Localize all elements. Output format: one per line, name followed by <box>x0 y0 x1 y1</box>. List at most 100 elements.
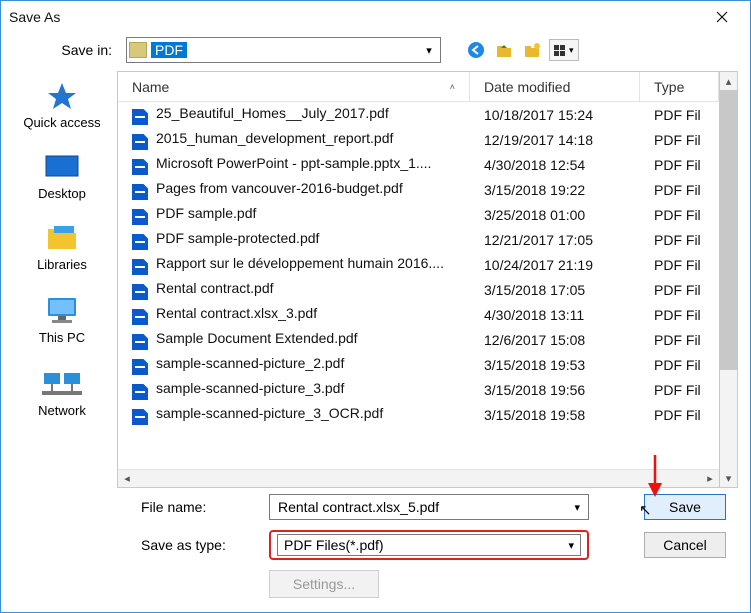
place-label: Network <box>38 403 86 418</box>
pdf-file-icon <box>132 409 148 425</box>
file-name: sample-scanned-picture_2.pdf <box>156 355 344 371</box>
place-this-pc[interactable]: This PC <box>39 294 85 345</box>
file-type: PDF Fil <box>640 207 719 223</box>
save-as-type-label: Save as type: <box>141 537 251 553</box>
file-type: PDF Fil <box>640 182 719 198</box>
file-name: Rapport sur le développement humain 2016… <box>156 255 444 271</box>
view-menu-button[interactable]: ▾ <box>549 39 579 61</box>
file-name: PDF sample-protected.pdf <box>156 230 319 246</box>
pdf-file-icon <box>132 384 148 400</box>
view-grid-icon <box>554 45 565 56</box>
file-type: PDF Fil <box>640 132 719 148</box>
cursor-icon: ↖ <box>639 501 652 519</box>
file-rows: 25_Beautiful_Homes__July_2017.pdf10/18/2… <box>118 102 719 469</box>
pdf-file-icon <box>132 359 148 375</box>
toolbar: Save in: PDF ▾ ▾ <box>1 33 750 71</box>
file-row[interactable]: sample-scanned-picture_3_OCR.pdf3/15/201… <box>118 402 719 427</box>
file-name: Pages from vancouver-2016-budget.pdf <box>156 180 403 196</box>
save-in-value: PDF <box>151 42 187 58</box>
file-type: PDF Fil <box>640 232 719 248</box>
desktop-icon <box>41 152 83 182</box>
close-icon <box>716 11 728 23</box>
file-row[interactable]: sample-scanned-picture_2.pdf 3/15/2018 19… <box>118 352 719 377</box>
file-date: 3/25/2018 01:00 <box>470 207 640 223</box>
libraries-icon <box>42 223 82 253</box>
pdf-file-icon <box>132 284 148 300</box>
place-desktop[interactable]: Desktop <box>38 152 86 201</box>
chevron-down-icon: ▾ <box>574 501 580 514</box>
place-quick-access[interactable]: Quick access <box>23 81 100 130</box>
file-row[interactable]: Rental contract.pdf3/15/2018 17:05PDF Fi… <box>118 277 719 302</box>
vertical-scrollbar[interactable]: ▴ ▾ <box>720 71 738 488</box>
save-button[interactable]: ↖ Save <box>644 494 726 520</box>
file-row[interactable]: Rental contract.xlsx_3.pdf4/30/2018 13:1… <box>118 302 719 327</box>
file-date: 3/15/2018 17:05 <box>470 282 640 298</box>
file-row[interactable]: 2015_human_development_report.pdf12/19/2… <box>118 127 719 152</box>
file-row[interactable]: sample-scanned-picture_3.pdf 3/15/2018 19… <box>118 377 719 402</box>
new-folder-button[interactable] <box>521 39 543 61</box>
scroll-up-icon[interactable]: ▴ <box>720 72 737 90</box>
file-date: 3/15/2018 19:22 <box>470 182 640 198</box>
file-date: 12/19/2017 14:18 <box>470 132 640 148</box>
folder-icon <box>129 42 147 58</box>
file-date: 3/15/2018 19:56 <box>470 382 640 398</box>
file-date: 3/15/2018 19:58 <box>470 407 640 423</box>
file-type: PDF Fil <box>640 307 719 323</box>
column-header-type[interactable]: Type <box>640 72 719 101</box>
scroll-down-icon[interactable]: ▾ <box>720 469 737 487</box>
file-date: 12/6/2017 15:08 <box>470 332 640 348</box>
chevron-down-icon: ▾ <box>568 539 574 552</box>
settings-button[interactable]: Settings... <box>269 570 379 598</box>
file-row[interactable]: PDF sample.pdf3/25/2018 01:00PDF Fil <box>118 202 719 227</box>
column-header-date[interactable]: Date modified <box>470 72 640 101</box>
back-button[interactable] <box>465 39 487 61</box>
pdf-file-icon <box>132 309 148 325</box>
save-as-dialog: Save As Save in: PDF ▾ ▾ <box>0 0 751 613</box>
folder-up-icon <box>495 41 513 59</box>
close-button[interactable] <box>702 1 742 33</box>
file-row[interactable]: Microsoft PowerPoint - ppt-sample.pptx_1… <box>118 152 719 177</box>
file-row[interactable]: Rapport sur le développement humain 2016… <box>118 252 719 277</box>
file-row[interactable]: Pages from vancouver-2016-budget.pdf 3/15… <box>118 177 719 202</box>
scroll-right-icon[interactable]: ▸ <box>701 470 719 488</box>
network-icon <box>40 367 84 399</box>
file-row[interactable]: Sample Document Extended.pdf12/6/2017 15… <box>118 327 719 352</box>
file-name: Microsoft PowerPoint - ppt-sample.pptx_1… <box>156 155 431 171</box>
this-pc-icon <box>40 294 84 326</box>
place-label: Quick access <box>23 115 100 130</box>
place-label: Libraries <box>37 257 87 272</box>
place-label: Desktop <box>38 186 86 201</box>
chevron-down-icon: ▾ <box>420 44 438 57</box>
pdf-file-icon <box>132 134 148 150</box>
save-in-dropdown[interactable]: PDF ▾ <box>126 37 441 63</box>
file-name: Rental contract.pdf <box>156 280 274 296</box>
place-libraries[interactable]: Libraries <box>37 223 87 272</box>
save-as-type-highlight: PDF Files(*.pdf) ▾ <box>269 530 589 560</box>
file-name-input[interactable]: Rental contract.xlsx_5.pdf ▾ <box>269 494 589 520</box>
pdf-file-icon <box>132 259 148 275</box>
horizontal-scrollbar[interactable]: ◂ ▸ <box>118 469 719 487</box>
file-name: sample-scanned-picture_3.pdf <box>156 380 344 396</box>
new-folder-icon <box>523 41 541 59</box>
save-in-label: Save in: <box>21 42 116 58</box>
file-list-pane: Name˄ Date modified Type 25_Beautiful_Ho… <box>117 71 720 488</box>
file-row[interactable]: PDF sample-protected.pdf12/21/2017 17:05… <box>118 227 719 252</box>
file-type: PDF Fil <box>640 332 719 348</box>
file-date: 3/15/2018 19:53 <box>470 357 640 373</box>
save-as-type-dropdown[interactable]: PDF Files(*.pdf) ▾ <box>277 534 581 556</box>
file-type: PDF Fil <box>640 407 719 423</box>
scroll-left-icon[interactable]: ◂ <box>118 470 136 488</box>
file-date: 10/18/2017 15:24 <box>470 107 640 123</box>
back-arrow-icon <box>467 41 485 59</box>
cancel-button[interactable]: Cancel <box>644 532 726 558</box>
column-header-name[interactable]: Name˄ <box>118 72 470 101</box>
up-button[interactable] <box>493 39 515 61</box>
quick-access-icon <box>45 81 79 111</box>
scrollbar-thumb[interactable] <box>720 90 737 370</box>
sort-ascending-icon: ˄ <box>450 82 455 92</box>
file-name-label: File name: <box>141 499 251 515</box>
file-row[interactable]: 25_Beautiful_Homes__July_2017.pdf10/18/2… <box>118 102 719 127</box>
file-type: PDF Fil <box>640 357 719 373</box>
chevron-down-icon: ▾ <box>569 45 574 56</box>
place-network[interactable]: Network <box>38 367 86 418</box>
